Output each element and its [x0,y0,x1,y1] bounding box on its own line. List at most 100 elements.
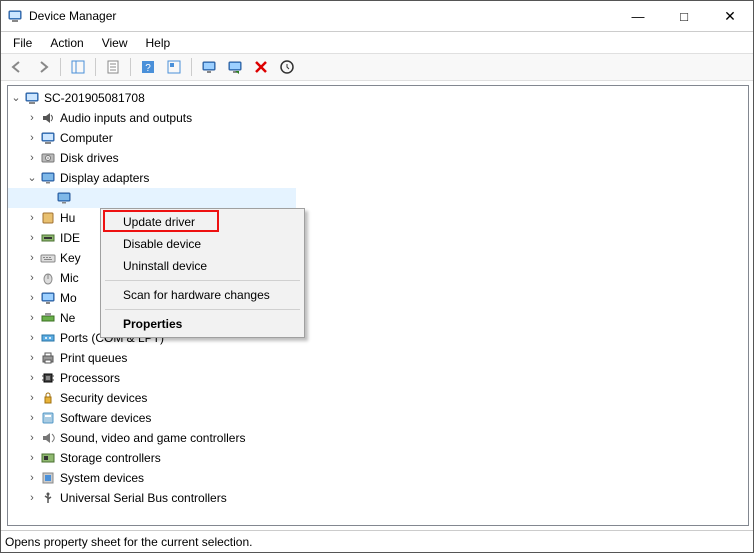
tree-node-computer[interactable]: ›Computer [8,128,748,148]
expand-icon[interactable]: › [26,452,38,464]
tree-node-system[interactable]: ›System devices [8,468,748,488]
expand-icon[interactable]: › [26,252,38,264]
expand-icon[interactable]: › [26,352,38,364]
app-icon [7,8,23,24]
tree-node-label: Mo [60,288,77,308]
context-menu-disable-device[interactable]: Disable device [103,233,302,255]
expand-icon[interactable]: › [26,272,38,284]
tree-node-label: Storage controllers [60,448,161,468]
expand-icon[interactable]: › [26,392,38,404]
context-menu: Update driver Disable device Uninstall d… [100,208,305,338]
window-controls: — □ ✕ [615,1,753,31]
update-driver-button[interactable] [197,56,221,78]
context-menu-uninstall-device[interactable]: Uninstall device [103,255,302,277]
cpu-icon [40,370,56,386]
expand-icon[interactable]: › [26,472,38,484]
audio-icon [40,110,56,126]
tree-node-print[interactable]: ›Print queues [8,348,748,368]
context-menu-scan[interactable]: Scan for hardware changes [103,284,302,306]
expand-icon[interactable]: › [26,132,38,144]
scan-hw-button[interactable] [275,56,299,78]
tree-node-label: Ne [60,308,75,328]
minimize-button[interactable]: — [615,1,661,31]
tree-area: ⌄ SC-201905081708 › Audio inputs and outp… [1,81,753,530]
tree-node-label: Audio inputs and outputs [60,108,192,128]
menu-action[interactable]: Action [42,35,91,51]
monitor-icon [40,290,56,306]
expand-icon[interactable]: › [26,432,38,444]
tree-node-audio[interactable]: › Audio inputs and outputs [8,108,748,128]
menu-file[interactable]: File [5,35,40,51]
expand-icon[interactable]: › [26,492,38,504]
expand-icon[interactable]: › [26,232,38,244]
titlebar: Device Manager — □ ✕ [1,1,753,32]
menu-help[interactable]: Help [138,35,179,51]
usb-icon [40,490,56,506]
window-title: Device Manager [29,9,615,23]
svg-text:?: ? [145,63,151,74]
context-menu-separator [105,280,300,281]
print-icon [40,350,56,366]
tree-node-label: Processors [60,368,120,388]
expand-icon[interactable]: › [26,152,38,164]
maximize-button[interactable]: □ [661,1,707,31]
tree-node-software[interactable]: › Software devices [8,408,748,428]
tree-node-label: IDE [60,228,80,248]
help-button[interactable]: ? [136,56,160,78]
tree-node-label: Mic [60,268,79,288]
statusbar: Opens property sheet for the current sel… [1,530,753,552]
toolbar-separator [130,58,131,76]
tree-node-label: Hu [60,208,75,228]
tree-node-display-adapters[interactable]: ⌄ Display adapters [8,168,748,188]
ports-icon [40,330,56,346]
tree-node-sound[interactable]: › Sound, video and game controllers [8,428,748,448]
tree-root-label: SC-201905081708 [44,88,145,108]
forward-button[interactable] [31,56,55,78]
expand-icon[interactable]: › [26,212,38,224]
tree-node-label: Display adapters [60,168,149,188]
tree-node-security[interactable]: › Security devices [8,388,748,408]
show-hide-tree-button[interactable] [66,56,90,78]
statusbar-text: Opens property sheet for the current sel… [5,535,252,549]
expand-icon[interactable]: › [26,112,38,124]
tree-node-usb[interactable]: ›Universal Serial Bus controllers [8,488,748,508]
hid-icon [40,210,56,226]
display-icon [56,190,72,206]
tree-node-label: Software devices [60,408,151,428]
toolbar-separator [60,58,61,76]
tree-node-cpu[interactable]: › Processors [8,368,748,388]
context-menu-properties[interactable]: Properties [103,313,302,335]
menu-view[interactable]: View [94,35,136,51]
tree-node-storage[interactable]: › Storage controllers [8,448,748,468]
collapse-icon[interactable]: ⌄ [10,92,22,104]
mouse-icon [40,270,56,286]
toolbar-separator [191,58,192,76]
expand-icon[interactable]: › [26,372,38,384]
close-button[interactable]: ✕ [707,1,753,31]
disable-button[interactable] [223,56,247,78]
toolbar: ? [1,53,753,81]
tree-root[interactable]: ⌄ SC-201905081708 [8,88,748,108]
tree-node-disk[interactable]: › Disk drives [8,148,748,168]
ide-icon [40,230,56,246]
device-manager-window: Device Manager — □ ✕ File Action View He… [0,0,754,553]
sound-icon [40,430,56,446]
uninstall-button[interactable] [249,56,273,78]
collapse-icon[interactable]: ⌄ [26,172,38,184]
storage-icon [40,450,56,466]
tree-node-label: Disk drives [60,148,119,168]
computer-icon [24,90,40,106]
properties-button[interactable] [101,56,125,78]
tree-node-label: Security devices [60,388,147,408]
tree-node-label: Sound, video and game controllers [60,428,245,448]
tree-node-display-device[interactable]: › [8,188,296,208]
expand-icon[interactable]: › [26,292,38,304]
network-icon [40,310,56,326]
expand-icon[interactable]: › [26,332,38,344]
context-menu-update-driver[interactable]: Update driver [103,211,302,233]
display-icon [40,170,56,186]
expand-icon[interactable]: › [26,412,38,424]
scan-button[interactable] [162,56,186,78]
back-button[interactable] [5,56,29,78]
expand-icon[interactable]: › [26,312,38,324]
